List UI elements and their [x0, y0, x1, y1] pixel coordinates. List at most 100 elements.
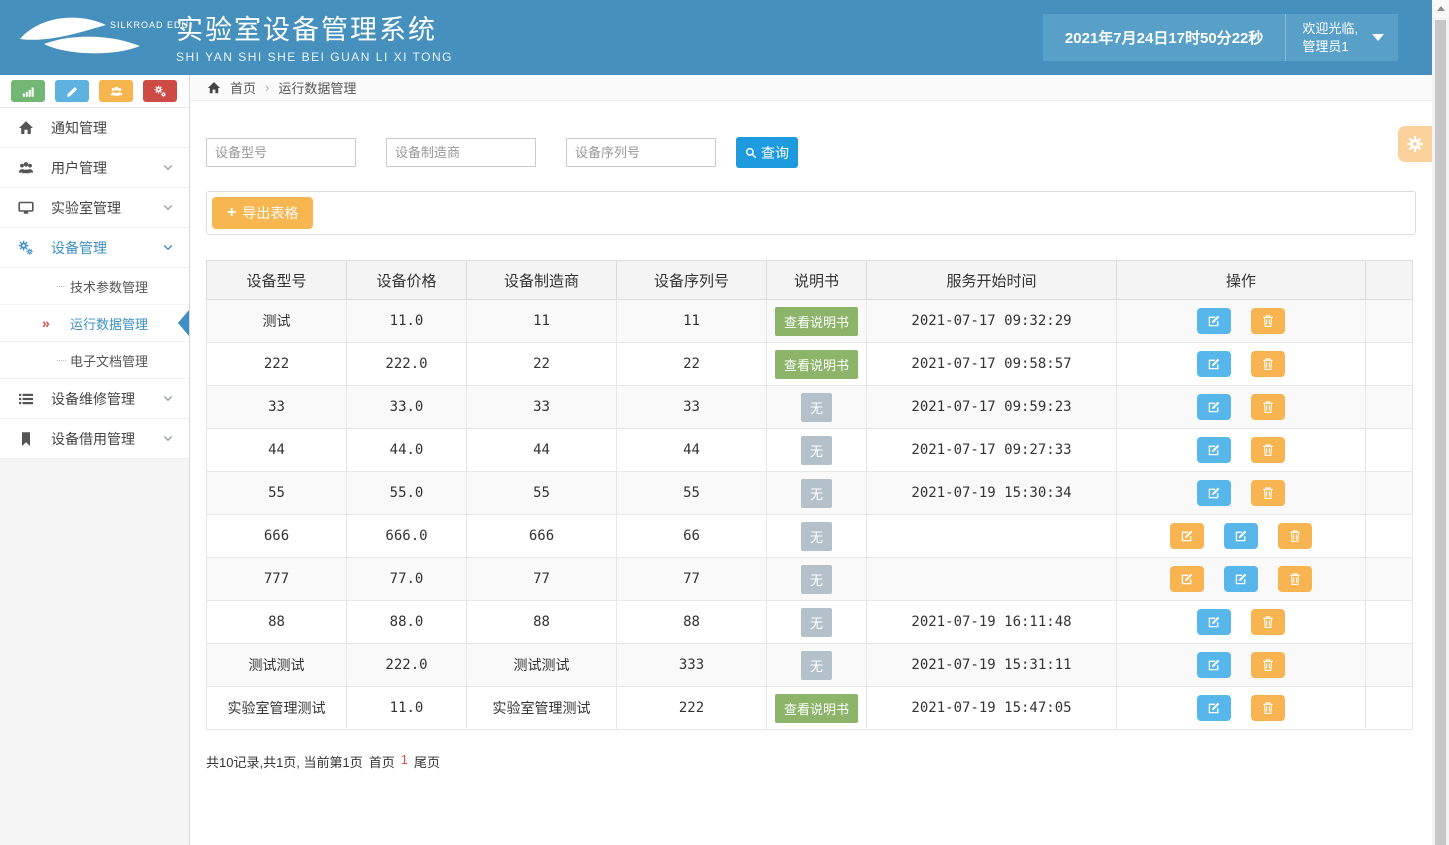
- quick-users-button[interactable]: [99, 80, 133, 102]
- column-header: 设备制造商: [467, 261, 617, 300]
- cell-manufacturer: 44: [467, 429, 617, 472]
- delete-button[interactable]: [1278, 523, 1312, 549]
- edit-button[interactable]: [1224, 523, 1258, 549]
- app-header: SILKROAD EDU 实验室设备管理系统 SHI YAN SHI SHE B…: [0, 0, 1432, 75]
- manual-badge[interactable]: 查看说明书: [775, 350, 858, 379]
- column-header: 设备型号: [207, 261, 347, 300]
- edit-button[interactable]: [1224, 566, 1258, 592]
- sidebar-item-notice[interactable]: 通知管理: [0, 108, 189, 148]
- table-row: 33 33.0 33 33 无 2021-07-17 09:59:23: [207, 386, 1413, 429]
- query-button-label: 查询: [761, 143, 789, 163]
- vertical-scrollbar[interactable]: [1432, 0, 1449, 845]
- cell-model: 777: [207, 558, 347, 601]
- delete-button[interactable]: [1251, 695, 1285, 721]
- gears-icon: [18, 240, 38, 256]
- manufacturer-search-input[interactable]: [386, 138, 536, 167]
- edit-button[interactable]: [1197, 480, 1231, 506]
- quick-settings-button[interactable]: [143, 80, 177, 102]
- delete-button[interactable]: [1278, 566, 1312, 592]
- trash-icon: [1261, 443, 1275, 457]
- breadcrumb-home[interactable]: 首页: [230, 78, 256, 97]
- edit-button[interactable]: [1170, 566, 1204, 592]
- sidebar-item-run-data[interactable]: » 运行数据管理: [0, 305, 189, 342]
- settings-gear-button[interactable]: [1398, 126, 1432, 162]
- app-title: 实验室设备管理系统: [176, 8, 453, 47]
- cell-model: 33: [207, 386, 347, 429]
- header-datetime: 2021年7月24日17时50分22秒: [1043, 14, 1286, 61]
- manual-badge[interactable]: 查看说明书: [775, 307, 858, 336]
- column-header: 设备价格: [347, 261, 467, 300]
- edit-button[interactable]: [1197, 437, 1231, 463]
- trash-icon: [1261, 701, 1275, 715]
- current-page-number[interactable]: 1: [401, 752, 408, 771]
- home-icon: [207, 81, 221, 95]
- sidebar-item-label: 实验室管理: [51, 198, 121, 218]
- edit-icon: [1207, 443, 1221, 457]
- quick-chart-button[interactable]: [11, 80, 45, 102]
- cell-serial: 44: [617, 429, 767, 472]
- submenu-item-label: 电子文档管理: [70, 351, 148, 370]
- cell-manufacturer: 666: [467, 515, 617, 558]
- edit-icon: [1207, 486, 1221, 500]
- query-button[interactable]: 查询: [736, 137, 798, 168]
- cell-serial: 333: [617, 644, 767, 687]
- delete-button[interactable]: [1251, 351, 1285, 377]
- export-table-button[interactable]: + 导出表格: [212, 197, 313, 229]
- edit-button[interactable]: [1197, 652, 1231, 678]
- cell-actions: [1117, 386, 1366, 429]
- cell-manual: 无: [767, 644, 867, 687]
- delete-button[interactable]: [1251, 480, 1285, 506]
- quick-edit-button[interactable]: [55, 80, 89, 102]
- manual-badge[interactable]: 查看说明书: [775, 694, 858, 723]
- edit-button[interactable]: [1197, 609, 1231, 635]
- sidebar-item-tech-params[interactable]: 技术参数管理: [0, 268, 189, 305]
- cell-serial: 222: [617, 687, 767, 730]
- sidebar-item-users[interactable]: 用户管理: [0, 148, 189, 188]
- delete-button[interactable]: [1251, 308, 1285, 334]
- cell-price: 11.0: [347, 687, 467, 730]
- scrollbar-thumb[interactable]: [1435, 20, 1446, 845]
- sidebar-item-borrow[interactable]: 设备借用管理: [0, 419, 189, 459]
- sidebar-item-lab[interactable]: 实验室管理: [0, 188, 189, 228]
- sidebar-item-repair[interactable]: 设备维修管理: [0, 379, 189, 419]
- delete-button[interactable]: [1251, 609, 1285, 635]
- cell-actions: [1117, 343, 1366, 386]
- cell-model: 55: [207, 472, 347, 515]
- last-page-link[interactable]: 尾页: [414, 752, 440, 771]
- cell-start-time: [867, 558, 1117, 601]
- cell-empty: [1366, 644, 1413, 687]
- cell-manual: 无: [767, 515, 867, 558]
- scroll-up-button[interactable]: [1432, 0, 1449, 17]
- user-menu[interactable]: 欢迎光临, 管理员1: [1286, 14, 1398, 61]
- cell-model: 实验室管理测试: [207, 687, 347, 730]
- sidebar-item-edoc[interactable]: 电子文档管理: [0, 342, 189, 379]
- sidebar: 通知管理 用户管理 实验室管理 设备管理 技术参数管理: [0, 75, 190, 845]
- breadcrumb-separator: ›: [265, 80, 269, 95]
- edit-button[interactable]: [1197, 351, 1231, 377]
- cell-price: 33.0: [347, 386, 467, 429]
- manual-badge: 无: [801, 393, 832, 422]
- edit-button[interactable]: [1197, 308, 1231, 334]
- edit-icon: [1207, 314, 1221, 328]
- cell-actions: [1117, 300, 1366, 343]
- column-header: 操作: [1117, 261, 1366, 300]
- sidebar-item-device[interactable]: 设备管理: [0, 228, 189, 268]
- pagination-summary: 共10记录,共1页, 当前第1页: [206, 752, 363, 771]
- delete-button[interactable]: [1251, 394, 1285, 420]
- serial-search-input[interactable]: [566, 138, 716, 167]
- edit-button[interactable]: [1197, 695, 1231, 721]
- delete-button[interactable]: [1251, 652, 1285, 678]
- column-header: 服务开始时间: [867, 261, 1117, 300]
- trash-icon: [1261, 615, 1275, 629]
- delete-button[interactable]: [1251, 437, 1285, 463]
- manual-badge: 无: [801, 479, 832, 508]
- users-icon: [110, 85, 123, 98]
- equipment-table: 设备型号 设备价格 设备制造商 设备序列号 说明书 服务开始时间 操作 测试 1…: [206, 260, 1413, 730]
- pencil-icon: [66, 85, 79, 98]
- model-search-input[interactable]: [206, 138, 356, 167]
- edit-button[interactable]: [1170, 523, 1204, 549]
- cell-manufacturer: 88: [467, 601, 617, 644]
- submenu-item-label: 技术参数管理: [70, 277, 148, 296]
- edit-button[interactable]: [1197, 394, 1231, 420]
- first-page-link[interactable]: 首页: [369, 752, 395, 771]
